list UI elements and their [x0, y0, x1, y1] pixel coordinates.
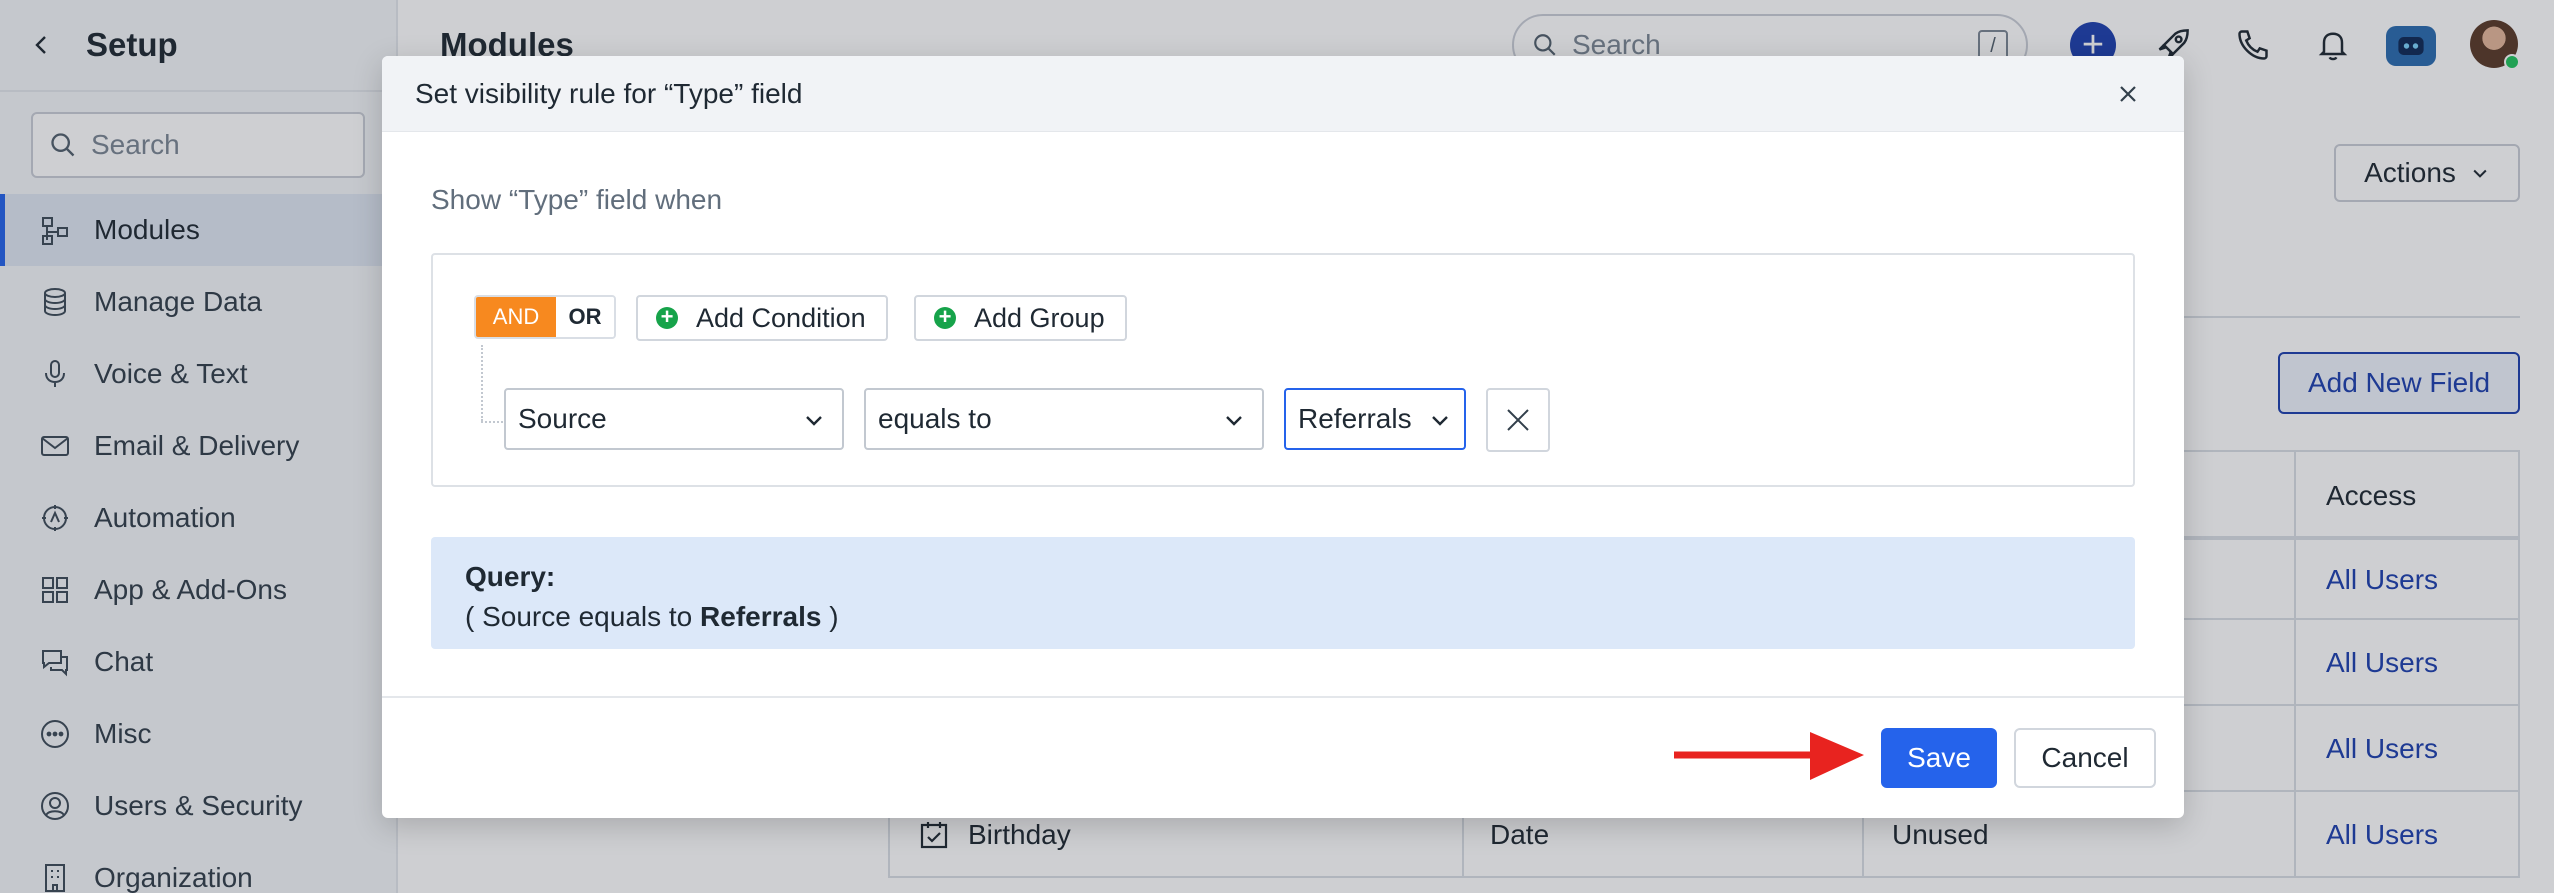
add-group-button[interactable]: + Add Group: [914, 295, 1127, 341]
add-group-label: Add Group: [974, 302, 1105, 333]
remove-condition-button[interactable]: [1486, 388, 1550, 452]
rule-builder: AND OR + Add Condition + Add Group Sourc…: [431, 253, 2135, 487]
condition-operator-select[interactable]: equals to: [864, 388, 1264, 450]
add-condition-button[interactable]: + Add Condition: [636, 295, 888, 341]
query-expression: ( Source equals to Referrals ): [465, 597, 2101, 637]
tree-connector: [481, 421, 503, 423]
query-suffix: ): [829, 601, 839, 632]
modal-footer: Save Cancel: [382, 696, 2184, 818]
modal-title: Set visibility rule for “Type” field: [415, 77, 803, 109]
visibility-rule-modal: Set visibility rule for “Type” field Sho…: [382, 56, 2184, 818]
chevron-down-icon: [1226, 416, 1242, 426]
add-condition-label: Add Condition: [696, 302, 866, 333]
condition-field-select[interactable]: Source: [504, 388, 844, 450]
annotation-arrow-icon: [1674, 732, 1864, 780]
condition-value: Referrals: [1298, 403, 1412, 434]
condition-field-value: Source: [518, 403, 607, 434]
close-icon: [1507, 409, 1529, 431]
tree-connector: [481, 345, 483, 421]
plus-circle-icon: +: [656, 306, 678, 329]
toggle-and[interactable]: AND: [476, 297, 556, 337]
query-prefix: ( Source equals to: [465, 601, 693, 632]
query-label: Query:: [465, 561, 556, 592]
toggle-or[interactable]: OR: [556, 297, 614, 337]
save-button[interactable]: Save: [1881, 728, 1997, 788]
plus-circle-icon: +: [934, 306, 956, 329]
condition-operator-value: equals to: [878, 403, 992, 434]
modal-header: Set visibility rule for “Type” field: [382, 56, 2184, 132]
chevron-down-icon: [806, 416, 822, 426]
condition-value-select[interactable]: Referrals: [1284, 388, 1466, 450]
query-value: Referrals: [700, 601, 822, 632]
cancel-button[interactable]: Cancel: [2014, 728, 2156, 788]
show-when-label: Show “Type” field when: [431, 184, 723, 215]
query-preview: Query: ( Source equals to Referrals ): [431, 537, 2135, 649]
close-icon[interactable]: [2112, 78, 2144, 110]
chevron-down-icon: [1432, 416, 1448, 426]
and-or-toggle[interactable]: AND OR: [474, 295, 616, 339]
